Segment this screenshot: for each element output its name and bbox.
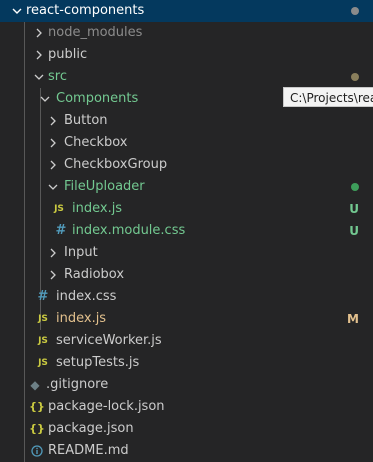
- tree-item-radiobox[interactable]: Radiobox: [0, 264, 373, 286]
- tree-item-index-css[interactable]: # index.css: [0, 286, 373, 308]
- tree-item-label: index.css: [56, 289, 117, 304]
- chevron-right-icon: [46, 242, 60, 264]
- json-file-icon: {}: [29, 400, 45, 413]
- tree-item-label: package.json: [48, 421, 134, 436]
- tree-item-readme-md[interactable]: README.md: [0, 440, 373, 462]
- git-status-badge: U: [349, 202, 359, 216]
- chevron-right-icon: [32, 44, 46, 66]
- tree-item-label: Input: [64, 245, 98, 260]
- css-file-icon: #: [37, 289, 49, 304]
- tree-item-index-module-css[interactable]: # index.module.css U: [0, 220, 373, 242]
- tree-item-label: public: [48, 47, 88, 62]
- tree-item-label: Checkbox: [64, 135, 128, 150]
- tree-item-public[interactable]: public: [0, 44, 373, 66]
- css-file-icon: #: [55, 223, 67, 238]
- tree-item-label: index.js: [72, 201, 123, 216]
- tree-item-label: src: [48, 69, 67, 84]
- file-explorer: react-components node_modules public src…: [0, 0, 373, 462]
- tree-item-gitignore[interactable]: ◆ .gitignore: [0, 374, 373, 396]
- status-dot: [351, 73, 359, 81]
- git-status-badge: U: [349, 224, 359, 238]
- tree-item-input[interactable]: Input: [0, 242, 373, 264]
- tree-item-label: Button: [64, 113, 108, 128]
- tree-item-label: Components: [56, 91, 139, 106]
- tree-item-setup-tests-js[interactable]: JS setupTests.js: [0, 352, 373, 374]
- git-file-icon: ◆: [30, 378, 40, 392]
- tree-item-label: package-lock.json: [48, 399, 165, 414]
- tree-item-label: setupTests.js: [56, 355, 140, 370]
- tree-item-label: index.module.css: [72, 223, 186, 238]
- tree-item-label: README.md: [48, 443, 129, 458]
- info-file-icon: [30, 440, 44, 462]
- chevron-right-icon: [32, 22, 46, 44]
- tree-item-label: CheckboxGroup: [64, 157, 168, 172]
- tree-item-src[interactable]: src: [0, 66, 373, 88]
- tree-item-label: .gitignore: [46, 377, 109, 392]
- tree-item-package-lock-json[interactable]: {} package-lock.json: [0, 396, 373, 418]
- json-file-icon: {}: [29, 422, 45, 435]
- chevron-down-icon: [46, 176, 60, 198]
- tree-item-label: Radiobox: [64, 267, 125, 282]
- js-file-icon: JS: [38, 336, 48, 346]
- tree-item-service-worker-js[interactable]: JS serviceWorker.js: [0, 330, 373, 352]
- js-file-icon: JS: [38, 314, 48, 324]
- git-status-badge: M: [347, 312, 359, 326]
- tree-item-fileuploader-index-js[interactable]: JS index.js U: [0, 198, 373, 220]
- path-tooltip: C:\Projects\react-components\src: [283, 87, 373, 107]
- js-file-icon: JS: [38, 358, 48, 368]
- tree-item-file-uploader[interactable]: FileUploader: [0, 176, 373, 198]
- tree-item-label: FileUploader: [64, 179, 145, 194]
- status-dot: [351, 7, 359, 15]
- chevron-down-icon: [10, 0, 24, 22]
- status-dot: [351, 183, 359, 191]
- chevron-down-icon: [38, 88, 52, 110]
- tree-item-label: node_modules: [48, 25, 143, 40]
- tree-item-checkbox[interactable]: Checkbox: [0, 132, 373, 154]
- chevron-right-icon: [46, 110, 60, 132]
- tree-item-button[interactable]: Button: [0, 110, 373, 132]
- tree-item-label: serviceWorker.js: [56, 333, 162, 348]
- explorer-root-folder[interactable]: react-components: [0, 0, 373, 22]
- chevron-down-icon: [32, 66, 46, 88]
- tree-item-src-index-js[interactable]: JS index.js M: [0, 308, 373, 330]
- chevron-right-icon: [46, 264, 60, 286]
- tree-item-node-modules[interactable]: node_modules: [0, 22, 373, 44]
- chevron-right-icon: [46, 154, 60, 176]
- chevron-right-icon: [46, 132, 60, 154]
- tree-item-checkbox-group[interactable]: CheckboxGroup: [0, 154, 373, 176]
- js-file-icon: JS: [54, 204, 64, 214]
- tree-item-label: index.js: [56, 311, 107, 326]
- root-folder-label: react-components: [26, 3, 145, 18]
- tree-item-package-json[interactable]: {} package.json: [0, 418, 373, 440]
